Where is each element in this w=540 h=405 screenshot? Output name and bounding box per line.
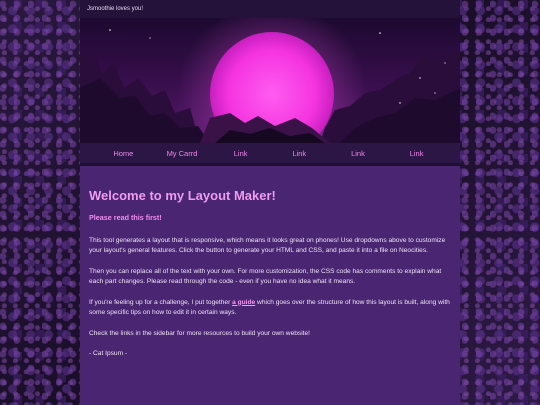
synthwave-sunset-mountains-image xyxy=(80,18,460,143)
top-bar-text: Jsmoothie loves you! xyxy=(87,6,144,12)
layout-container: Jsmoothie loves you! Home My Carrd Link … xyxy=(80,0,460,405)
main-content: Welcome to my Layout Maker! Please read … xyxy=(80,166,460,360)
section-heading: Please read this first! xyxy=(89,213,162,222)
nav-item-link-4[interactable]: Link xyxy=(397,149,437,158)
signature: - Cat Ipsum - xyxy=(89,350,128,357)
guide-link[interactable]: a guide xyxy=(232,299,255,306)
page-title: Welcome to my Layout Maker! xyxy=(89,188,276,203)
header-banner xyxy=(80,18,460,143)
nav-item-link-2[interactable]: Link xyxy=(279,149,319,158)
nav-item-link-3[interactable]: Link xyxy=(338,149,378,158)
nav-item-link-1[interactable]: Link xyxy=(221,149,261,158)
paragraph-customization: Then you can replace all of the text wit… xyxy=(89,267,442,286)
paragraph-intro: This tool generates a layout that is res… xyxy=(89,236,446,255)
top-bar: Jsmoothie loves you! xyxy=(80,0,460,18)
paragraph-sidebar-links: Check the links in the sidebar for more … xyxy=(89,329,310,337)
main-nav: Home My Carrd Link Link Link Link xyxy=(80,143,460,163)
nav-item-my-carrd[interactable]: My Carrd xyxy=(162,149,202,158)
nav-item-home[interactable]: Home xyxy=(103,149,143,158)
paragraph-guide-text-before: If you're feeling up for a challenge, I … xyxy=(89,298,233,306)
paragraph-guide: If you're feeling up for a challenge, I … xyxy=(89,298,451,319)
